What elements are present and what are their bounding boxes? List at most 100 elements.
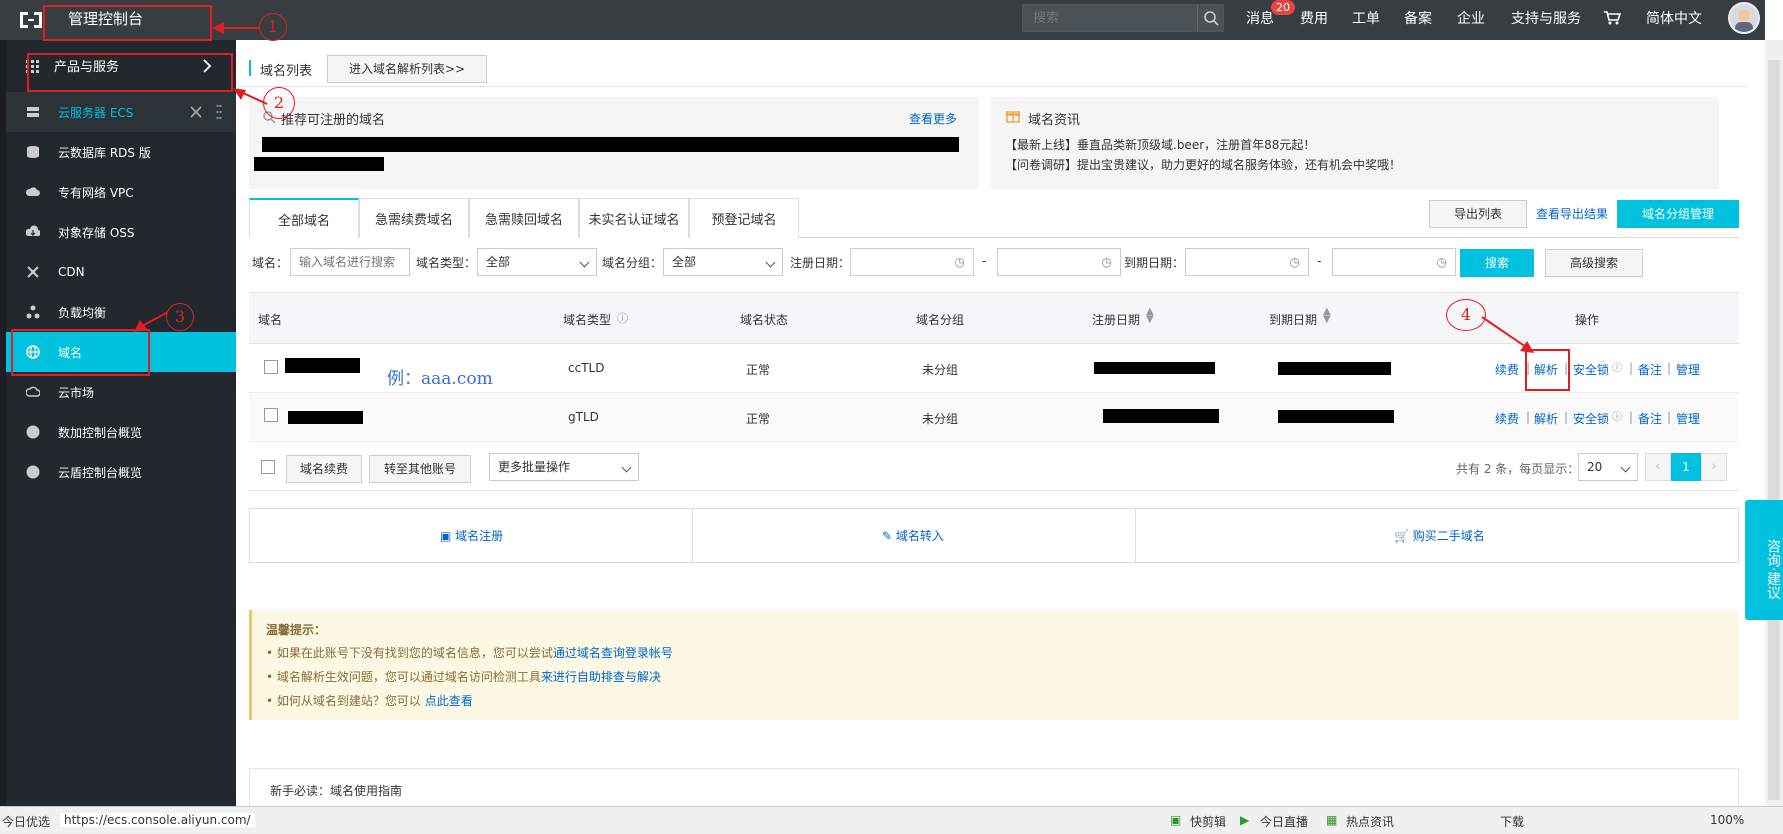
drag-handle-icon[interactable]	[216, 104, 222, 120]
close-icon[interactable]	[190, 106, 202, 118]
tab-all-domains[interactable]: 全部域名	[249, 198, 359, 238]
tip-link[interactable]: 来进行自助排查与解决	[541, 670, 661, 684]
feedback-tab[interactable]: 咨询·建议	[1745, 500, 1783, 620]
guide-text[interactable]: 新手必读：域名使用指南	[270, 782, 402, 799]
col-exp-date[interactable]: 到期日期	[1269, 311, 1317, 328]
exp-date-end[interactable]: ◷	[1332, 248, 1456, 276]
status-left[interactable]: 今日优选	[2, 813, 50, 830]
pagination-summary: 共有 2 条，每页显示：	[1456, 462, 1580, 476]
sidebar-item-vpc[interactable]: 专有网络 VPC	[6, 172, 236, 212]
exp-date-start[interactable]: ◷	[1185, 248, 1309, 276]
sidebar-item-cdn[interactable]: CDN	[6, 252, 236, 292]
buy-secondhand-link[interactable]: 🛒 购买二手域名	[1394, 527, 1485, 544]
sidebar-item-slb[interactable]: 负载均衡	[6, 292, 236, 332]
tab-preregistered[interactable]: 预登记域名	[689, 198, 799, 238]
news-title: 域名资讯	[1028, 113, 1081, 128]
note-link[interactable]: 备注	[1638, 361, 1662, 378]
domain-register-link[interactable]: ▣ 域名注册	[440, 527, 503, 544]
sidebar-item-security-console[interactable]: 云盾控制台概览	[6, 452, 236, 492]
reg-date-end[interactable]: ◷	[997, 248, 1121, 276]
scrollbar-thumb[interactable]	[1768, 60, 1780, 800]
nav-language[interactable]: 简体中文	[1646, 8, 1702, 28]
renew-link[interactable]: 续费	[1495, 410, 1519, 427]
chevron-down-icon	[1620, 462, 1631, 473]
page-number[interactable]: 1	[1671, 453, 1701, 481]
manage-link[interactable]: 管理	[1676, 361, 1700, 378]
help-icon[interactable]: ⓘ	[1612, 359, 1622, 374]
select-all-checkbox[interactable]	[261, 460, 275, 474]
col-status: 域名状态	[740, 313, 789, 327]
aliyun-logo-icon[interactable]	[18, 8, 44, 32]
renew-link[interactable]: 续费	[1495, 361, 1519, 378]
tab-renew-urgent[interactable]: 急需续费域名	[359, 198, 469, 238]
redacted-domains	[254, 157, 384, 171]
view-export-link[interactable]: 查看导出结果	[1536, 205, 1608, 222]
batch-renew-button[interactable]: 域名续费	[286, 455, 362, 483]
sidebar-item-label: 云盾控制台概览	[58, 465, 143, 480]
prev-page-button[interactable]: ‹	[1645, 453, 1671, 481]
separator: |	[1526, 410, 1531, 424]
nav-filing[interactable]: 备案	[1404, 8, 1432, 28]
row-checkbox[interactable]	[264, 408, 278, 422]
redacted-exp-date	[1278, 410, 1394, 423]
group-filter-label: 域名分组：	[602, 256, 663, 270]
col-reg-date[interactable]: 注册日期	[1092, 311, 1140, 328]
tip-text: • 如果在此账号下没有找到您的域名信息，您可以尝试	[266, 646, 553, 660]
sidebar-item-ecs[interactable]: 云服务器 ECS	[6, 92, 236, 132]
search-button[interactable]: 搜索	[1460, 249, 1534, 277]
transfer-account-button[interactable]: 转至其他账号	[369, 455, 471, 483]
next-page-button[interactable]: ›	[1701, 453, 1727, 481]
nav-enterprise[interactable]: 企业	[1457, 8, 1485, 28]
more-batch-select[interactable]: 更多批量操作	[489, 453, 639, 481]
advanced-search-button[interactable]: 高级搜索	[1545, 249, 1643, 277]
domain-search-input[interactable]	[290, 248, 410, 276]
reg-date-start[interactable]: ◷	[850, 248, 974, 276]
search-icon[interactable]	[1197, 5, 1223, 31]
domain-transfer-in-link[interactable]: ✎ 域名转入	[882, 527, 944, 544]
manage-link[interactable]: 管理	[1676, 410, 1700, 427]
nav-billing[interactable]: 费用	[1300, 8, 1328, 28]
status-item[interactable]: 快剪辑	[1190, 813, 1226, 830]
annotation-box	[43, 5, 212, 41]
sort-icon[interactable]: ▲ ▼	[1323, 307, 1331, 325]
tab-unverified[interactable]: 未实名认证域名	[579, 198, 689, 238]
zoom-level[interactable]: 100%	[1710, 813, 1744, 827]
global-search-input[interactable]	[1023, 5, 1197, 31]
nav-messages[interactable]: 消息	[1246, 8, 1274, 28]
help-icon[interactable]: ⓘ	[1612, 408, 1622, 423]
sidebar-item-data-console[interactable]: 数加控制台概览	[6, 412, 236, 452]
help-icon[interactable]: ⓘ	[617, 310, 628, 326]
nav-tickets[interactable]: 工单	[1352, 8, 1380, 28]
divider	[236, 86, 1746, 87]
status-item[interactable]: 下载	[1500, 813, 1524, 830]
avatar[interactable]	[1728, 2, 1760, 34]
enter-dns-list-button[interactable]: 进入域名解析列表>>	[327, 55, 487, 83]
status-item[interactable]: 热点资讯	[1346, 813, 1394, 830]
news-line[interactable]: 【最新上线】垂直品类新顶级域.beer，注册首年88元起！	[1005, 136, 1315, 153]
sort-icon[interactable]: ▲ ▼	[1146, 307, 1154, 325]
domain-register-label: 域名注册	[455, 529, 504, 543]
global-search[interactable]	[1022, 4, 1224, 32]
sidebar-item-market[interactable]: 云市场	[6, 372, 236, 412]
note-link[interactable]: 备注	[1638, 410, 1662, 427]
tip-link[interactable]: 点此查看	[425, 694, 473, 708]
page-size-select[interactable]: 20	[1578, 453, 1638, 481]
news-line[interactable]: 【问卷调研】提出宝贵建议，助力更好的域名服务体验，还有机会中奖哦！	[1005, 156, 1401, 173]
row-checkbox[interactable]	[264, 360, 278, 374]
group-manage-button[interactable]: 域名分组管理	[1617, 200, 1739, 228]
dns-resolve-link[interactable]: 解析	[1534, 410, 1558, 427]
status-item[interactable]: 今日直播	[1260, 813, 1308, 830]
sidebar-item-rds[interactable]: 云数据库 RDS 版	[6, 132, 236, 172]
group-select[interactable]: 全部	[663, 248, 783, 276]
recommend-more-link[interactable]: 查看更多	[909, 110, 957, 127]
export-list-button[interactable]: 导出列表	[1429, 200, 1527, 228]
nav-support[interactable]: 支持与服务	[1511, 8, 1581, 28]
security-lock-link[interactable]: 安全锁	[1573, 361, 1609, 378]
tab-redeem-urgent[interactable]: 急需赎回域名	[469, 198, 579, 238]
cart-icon[interactable]	[1603, 10, 1621, 26]
type-select[interactable]: 全部	[477, 248, 597, 276]
security-lock-link[interactable]: 安全锁	[1573, 410, 1609, 427]
chevron-down-icon	[579, 257, 590, 268]
tip-link[interactable]: 通过域名查询登录帐号	[553, 646, 673, 660]
sidebar-item-oss[interactable]: 对象存储 OSS	[6, 212, 236, 252]
